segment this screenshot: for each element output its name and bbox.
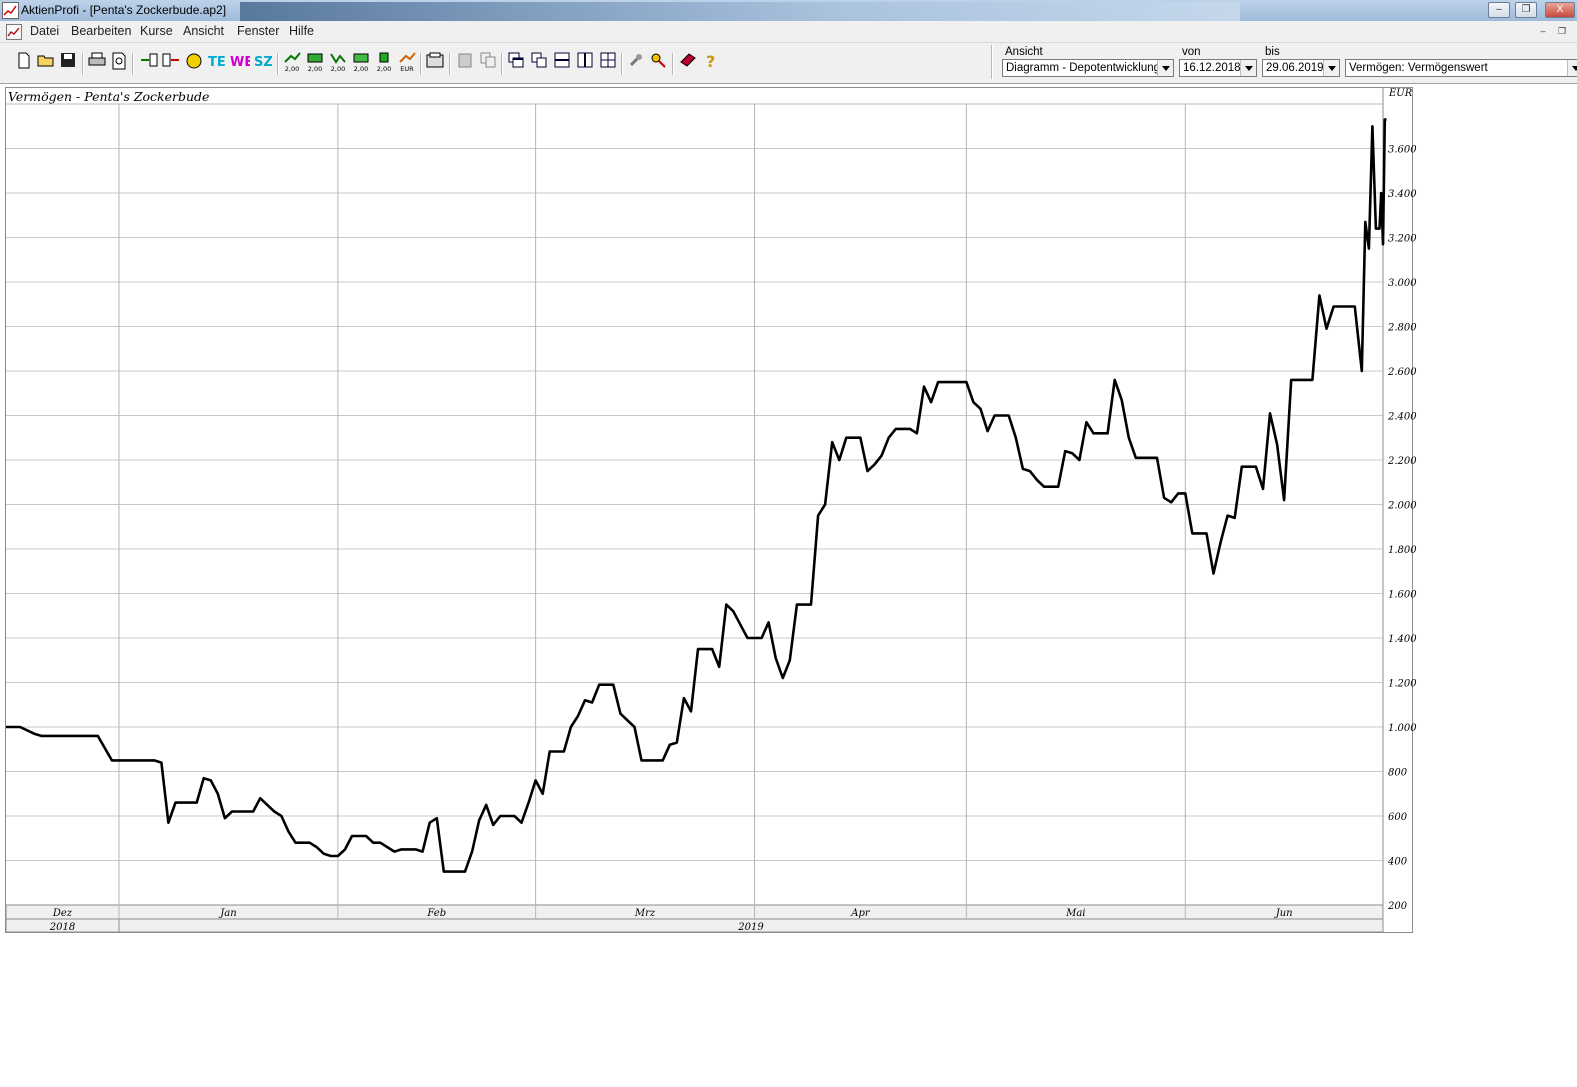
x-month-label: Feb xyxy=(426,908,446,919)
depot-chart: 200 400 600 800 1.000 1.200 1.400 1.600 1.800 2.0… xyxy=(5,88,1417,933)
y-tick-label: 2.000 xyxy=(1387,501,1417,512)
x-month-label: Mai xyxy=(1065,908,1085,919)
x-month-label: Apr xyxy=(850,908,871,919)
y-tick-label: 2.200 xyxy=(1387,456,1417,467)
series-line-vermoegen xyxy=(6,118,1387,873)
y-tick-label: 3.200 xyxy=(1388,234,1417,245)
x-year-label: 2018 xyxy=(49,922,75,933)
y-tick-label: 1.800 xyxy=(1388,545,1417,556)
x-month-label: Dez xyxy=(52,908,73,919)
y-tick-label: 1.600 xyxy=(1388,590,1417,601)
y-tick-label: 2.600 xyxy=(1387,367,1417,378)
y-tick-label: 1.000 xyxy=(1388,723,1417,734)
y-tick-label: 800 xyxy=(1388,768,1408,779)
x-month-label: Jan xyxy=(218,908,236,919)
x-month-label: Jun xyxy=(1274,908,1293,919)
y-tick-label: 200 xyxy=(1387,901,1408,912)
y-tick-label: 3.400 xyxy=(1388,189,1417,200)
y-tick-label: 3.600 xyxy=(1388,145,1417,156)
y-tick-label: 2.800 xyxy=(1387,323,1417,334)
y-tick-label: 1.400 xyxy=(1388,634,1417,645)
y-tick-label: 2.400 xyxy=(1387,412,1417,423)
y-tick-label: 400 xyxy=(1387,857,1408,868)
y-tick-label: 3.000 xyxy=(1388,278,1417,289)
x-month-label: Mrz xyxy=(634,908,656,919)
y-tick-label: 1.200 xyxy=(1388,679,1417,690)
y-tick-label: 600 xyxy=(1388,812,1408,823)
x-year-label: 2019 xyxy=(737,922,764,933)
